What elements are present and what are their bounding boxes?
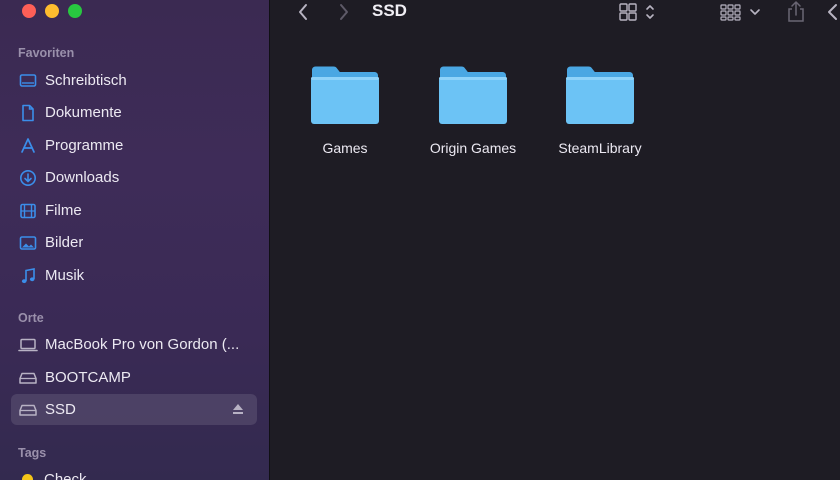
photo-icon: [18, 233, 38, 253]
folder-label: SteamLibrary: [558, 140, 642, 156]
sidebar-item-label: SSD: [45, 401, 76, 418]
folder-icon: [439, 66, 507, 124]
applications-icon: [18, 136, 38, 156]
more-toolbar-button[interactable]: [824, 0, 840, 24]
sidebar-item-label: MacBook Pro von Gordon (...: [45, 336, 240, 353]
zoom-window-button[interactable]: [68, 4, 82, 18]
sidebar-item-label: Dokumente: [45, 104, 122, 121]
finder-window: Favoriten Schreibtisch Dokumente Program…: [0, 0, 840, 480]
window-controls: [22, 4, 82, 18]
sidebar-item-programme[interactable]: Programme: [11, 130, 257, 161]
sidebar-item-schreibtisch[interactable]: Schreibtisch: [11, 65, 257, 96]
sidebar-item-label: Downloads: [45, 169, 120, 186]
sidebar-section-tags: Tags: [18, 446, 47, 460]
sidebar-item-ssd[interactable]: SSD: [11, 394, 257, 425]
main-content: SSD Games Origin Games SteamLibrary: [270, 0, 840, 480]
sidebar-section-locations: Orte: [18, 311, 44, 325]
close-window-button[interactable]: [22, 4, 36, 18]
folder-item-steamlibrary[interactable]: SteamLibrary: [540, 64, 660, 156]
sidebar-item-label: Check: [44, 471, 87, 480]
minimize-window-button[interactable]: [45, 4, 59, 18]
back-button[interactable]: [292, 0, 314, 24]
chevron-left-icon: [299, 4, 307, 20]
chevron-right-icon: [340, 4, 348, 20]
folder-label: Origin Games: [429, 140, 517, 156]
sidebar-item-macbook[interactable]: MacBook Pro von Gordon (...: [11, 329, 257, 360]
desktop-icon: [18, 71, 38, 91]
drive-icon: [18, 368, 38, 388]
sidebar-item-bootcamp[interactable]: BOOTCAMP: [11, 362, 257, 393]
sidebar-section-favorites: Favoriten: [18, 46, 75, 60]
sidebar: Favoriten Schreibtisch Dokumente Program…: [0, 0, 270, 480]
laptop-icon: [18, 335, 38, 355]
sidebar-item-label: Musik: [45, 267, 85, 284]
group-grid-icon: [720, 4, 760, 21]
chevron-double-left-icon: [828, 4, 837, 20]
folder-icon: [566, 66, 634, 124]
forward-button[interactable]: [333, 0, 355, 24]
sidebar-item-filme[interactable]: Filme: [11, 195, 257, 226]
yellow-tag-icon: [22, 474, 33, 480]
film-icon: [18, 201, 38, 221]
sidebar-item-label: Bilder: [45, 234, 84, 251]
sidebar-item-tag-check[interactable]: Check: [11, 464, 257, 480]
folder-item-origin-games[interactable]: Origin Games: [413, 64, 533, 156]
drive-icon: [18, 400, 38, 420]
share-button[interactable]: [786, 0, 806, 24]
sidebar-item-label: Schreibtisch: [45, 72, 127, 89]
sidebar-item-dokumente[interactable]: Dokumente: [11, 97, 257, 128]
group-by-button[interactable]: [720, 0, 764, 24]
folder-label: Games: [322, 140, 368, 156]
view-mode-button[interactable]: [619, 0, 659, 24]
folder-item-games[interactable]: Games: [285, 64, 405, 156]
sidebar-item-bilder[interactable]: Bilder: [11, 227, 257, 258]
document-icon: [18, 103, 38, 123]
download-icon: [18, 168, 38, 188]
eject-icon[interactable]: [231, 402, 245, 416]
toolbar: SSD: [270, 0, 840, 30]
sidebar-item-downloads[interactable]: Downloads: [11, 162, 257, 193]
icon-grid-icon: [619, 3, 654, 21]
sidebar-item-musik[interactable]: Musik: [11, 260, 257, 291]
window-title: SSD: [372, 1, 407, 20]
sidebar-item-label: Programme: [45, 137, 124, 154]
share-icon: [788, 1, 804, 22]
music-icon: [18, 266, 38, 286]
sidebar-item-label: BOOTCAMP: [45, 369, 131, 386]
folder-icon: [311, 66, 379, 124]
sidebar-item-label: Filme: [45, 202, 82, 219]
